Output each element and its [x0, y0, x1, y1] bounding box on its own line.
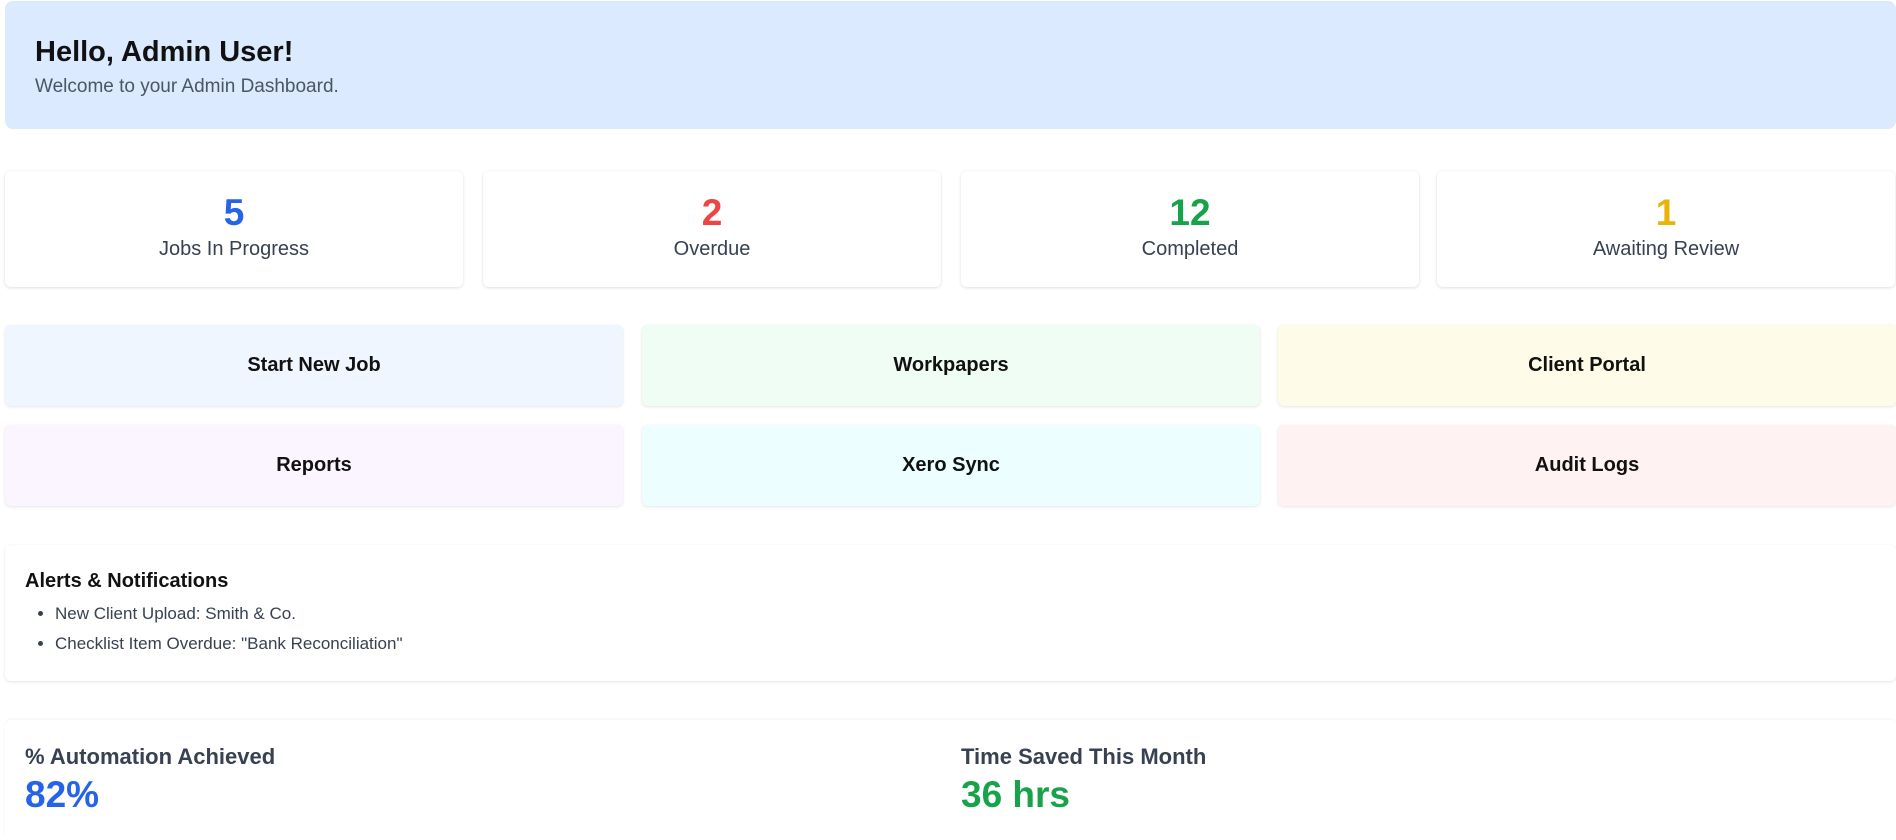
audit-logs-button[interactable]: Audit Logs — [1278, 425, 1896, 506]
stat-value: 1 — [1655, 192, 1677, 233]
stat-card-jobs-in-progress: 5 Jobs In Progress — [5, 171, 463, 287]
stat-card-overdue: 2 Overdue — [483, 171, 941, 287]
metric-automation: % Automation Achieved 82% — [25, 744, 275, 816]
quick-actions: Start New Job Workpapers Client Portal R… — [5, 325, 1896, 507]
metric-value: 36 hrs — [961, 774, 1071, 815]
metrics-panel: % Automation Achieved 82% Time Saved Thi… — [5, 720, 1896, 840]
metric-label: % Automation Achieved — [25, 744, 276, 769]
stat-card-awaiting-review: 1 Awaiting Review — [1437, 171, 1895, 287]
admin-dashboard: Hello, Admin User! Welcome to your Admin… — [0, 0, 1896, 840]
stat-value: 2 — [701, 192, 723, 233]
workpapers-button[interactable]: Workpapers — [642, 325, 1260, 406]
stat-label: Completed — [1141, 238, 1239, 260]
alerts-panel: Alerts & Notifications New Client Upload… — [5, 545, 1896, 681]
welcome-banner: Hello, Admin User! Welcome to your Admin… — [5, 1, 1896, 129]
stat-label: Overdue — [673, 238, 751, 260]
client-portal-button[interactable]: Client Portal — [1278, 325, 1896, 406]
xero-sync-button[interactable]: Xero Sync — [642, 425, 1260, 506]
page-subtitle: Welcome to your Admin Dashboard. — [35, 76, 339, 97]
stat-label: Jobs In Progress — [158, 238, 310, 260]
start-new-job-button[interactable]: Start New Job — [5, 325, 623, 406]
stat-value: 12 — [1169, 192, 1211, 233]
metric-label: Time Saved This Month — [961, 744, 1207, 769]
reports-button[interactable]: Reports — [5, 425, 623, 506]
metric-time-saved: Time Saved This Month 36 hrs — [961, 744, 1206, 816]
list-item: Checklist Item Overdue: "Bank Reconcilia… — [55, 634, 1896, 654]
alerts-title: Alerts & Notifications — [25, 570, 229, 592]
list-item: New Client Upload: Smith & Co. — [55, 604, 1896, 624]
stat-label: Awaiting Review — [1592, 238, 1740, 260]
stats-row: 5 Jobs In Progress 2 Overdue 12 Complete… — [5, 171, 1896, 287]
metric-value: 82% — [25, 774, 100, 815]
stat-value: 5 — [223, 192, 245, 233]
alerts-list: New Client Upload: Smith & Co. Checklist… — [25, 604, 1896, 654]
page-title: Hello, Admin User! — [35, 36, 294, 68]
stat-card-completed: 12 Completed — [961, 171, 1419, 287]
